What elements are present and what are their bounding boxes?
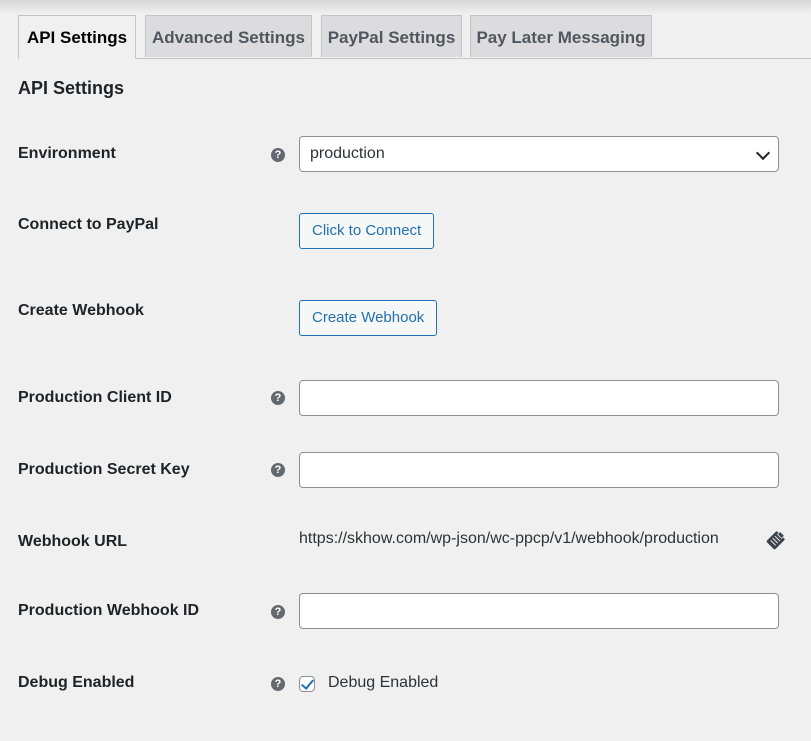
- debug-enabled-label: Debug Enabled: [18, 674, 135, 691]
- tab-pay-later-messaging[interactable]: Pay Later Messaging: [470, 15, 652, 57]
- click-to-connect-button[interactable]: Click to Connect: [299, 213, 435, 249]
- help-icon[interactable]: ?: [271, 148, 285, 162]
- clipboard-icon[interactable]: [765, 529, 787, 551]
- help-icon[interactable]: ?: [271, 605, 285, 619]
- top-shadow: [0, 0, 811, 14]
- tab-advanced-settings[interactable]: Advanced Settings: [145, 15, 312, 57]
- help-icon[interactable]: ?: [271, 391, 285, 405]
- tab-paypal-settings[interactable]: PayPal Settings: [321, 15, 462, 57]
- connect-paypal-label: Connect to PayPal: [18, 216, 159, 233]
- debug-enabled-checkbox-label[interactable]: Debug Enabled: [328, 674, 438, 692]
- webhook-url-value: https://skhow.com/wp-json/wc-ppcp/v1/web…: [299, 530, 719, 547]
- secret-key-label: Production Secret Key: [18, 461, 190, 478]
- chevron-down-icon: [755, 145, 771, 161]
- environment-label: Environment: [18, 145, 116, 162]
- create-webhook-label: Create Webhook: [18, 302, 144, 319]
- environment-select[interactable]: production: [299, 136, 779, 172]
- environment-value: production: [310, 145, 385, 162]
- webhook-id-input[interactable]: [299, 593, 779, 629]
- client-id-label: Production Client ID: [18, 389, 172, 406]
- tab-api-settings[interactable]: API Settings: [18, 15, 136, 59]
- create-webhook-button[interactable]: Create Webhook: [299, 300, 438, 336]
- secret-key-input[interactable]: [299, 452, 779, 488]
- help-icon[interactable]: ?: [271, 677, 285, 691]
- webhook-url-label: Webhook URL: [18, 533, 128, 550]
- debug-enabled-checkbox[interactable]: [299, 676, 315, 692]
- help-icon[interactable]: ?: [271, 463, 285, 477]
- client-id-input[interactable]: [299, 380, 779, 416]
- section-title: API Settings: [18, 78, 125, 98]
- webhook-id-label: Production Webhook ID: [18, 602, 200, 619]
- tab-bar: API Settings Advanced Settings PayPal Se…: [18, 15, 811, 59]
